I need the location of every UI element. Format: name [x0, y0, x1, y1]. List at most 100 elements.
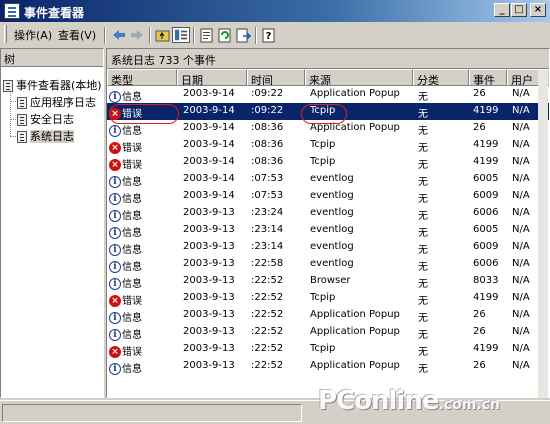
cell-category: 无 [418, 211, 428, 222]
cell-source: Tcpip [310, 139, 336, 150]
info-icon: i [109, 278, 121, 290]
cell-source: Application Popup [310, 88, 400, 99]
cell-time: :23:14 [251, 241, 284, 252]
cell-category: 无 [418, 143, 428, 154]
event-list-pane[interactable]: 系统日志 733 个事件 类型 日期 时间 来源 分类 事件 用户 i 信息 200… [106, 48, 550, 398]
cell-event: 6006 [473, 258, 499, 269]
cell-category: 无 [418, 177, 428, 188]
tree-item-system-log[interactable]: 系统日志 [17, 128, 74, 144]
show-hide-tree-icon[interactable] [172, 27, 190, 43]
cell-category: 无 [418, 262, 428, 273]
cell-time: :22:52 [251, 292, 284, 303]
cell-time: :08:36 [251, 122, 284, 133]
cell-date: 2003-9-14 [183, 139, 235, 150]
minimize-button[interactable]: _ [494, 3, 510, 17]
cell-category: 无 [418, 279, 428, 290]
annotation-circle-source [301, 104, 347, 124]
info-icon: i [109, 363, 121, 375]
cell-type: i 信息 [109, 173, 142, 188]
cell-type-label: 信息 [122, 211, 142, 222]
close-button[interactable]: × [530, 3, 546, 17]
cell-category: 无 [418, 194, 428, 205]
tree-pane[interactable]: 树 事件查看器(本地) 应用程序日志 安全日志 系统日志 [0, 48, 104, 398]
info-icon: i [109, 312, 121, 324]
column-header-date[interactable]: 日期 [177, 69, 247, 86]
table-row[interactable]: i 信息 2003-9-13:23:14 eventlog 无 6009 N/A [107, 239, 549, 256]
cell-source: Application Popup [310, 326, 400, 337]
table-row[interactable]: i 信息 2003-9-13:22:52 Application Popup 无 26 N/… [107, 358, 549, 375]
column-header-source[interactable]: 来源 [305, 69, 413, 86]
table-row[interactable]: i 信息 2003-9-13:22:52 Browser 无 8033 N/A [107, 273, 549, 290]
table-row[interactable]: × 错误 2003-9-13:22:52 Tcpip 无 4199 N/A [107, 290, 549, 307]
info-icon: i [109, 210, 121, 222]
tree-item-application-log[interactable]: 应用程序日志 [17, 94, 96, 110]
table-row[interactable]: i 信息 2003-9-13:22:52 Application Popup 无 26 N/… [107, 307, 549, 324]
vertical-scrollbar[interactable] [538, 70, 548, 398]
status-text [2, 404, 302, 422]
cell-date: 2003-9-14 [183, 122, 235, 133]
cell-user: N/A [512, 139, 530, 150]
refresh-icon[interactable] [216, 27, 234, 43]
table-row[interactable]: i 信息 2003-9-14:09:22 Application Popup 无 26 N/… [107, 86, 549, 103]
tree-root[interactable]: 事件查看器(本地) [3, 77, 102, 93]
table-row[interactable]: i 信息 2003-9-13:23:24 eventlog 无 6006 N/A [107, 205, 549, 222]
cell-date: 2003-9-14 [183, 173, 235, 184]
cell-date: 2003-9-13 [183, 292, 235, 303]
column-header-time[interactable]: 时间 [247, 69, 305, 86]
info-icon: i [109, 227, 121, 239]
cell-source: eventlog [310, 190, 354, 201]
cell-type: × 错误 [109, 156, 142, 171]
table-row[interactable]: i 信息 2003-9-13:22:52 Application Popup 无 26 N/… [107, 324, 549, 341]
table-row[interactable]: i 信息 2003-9-14:07:53 eventlog 无 6009 N/A [107, 188, 549, 205]
log-icon [17, 131, 27, 143]
column-header-category[interactable]: 分类 [413, 69, 469, 86]
export-list-icon[interactable] [234, 27, 252, 43]
cell-user: N/A [512, 105, 530, 116]
cell-event: 26 [473, 309, 486, 320]
cell-type: i 信息 [109, 190, 142, 205]
column-header-type[interactable]: 类型 [107, 69, 177, 86]
cell-type: i 信息 [109, 207, 142, 222]
cell-event: 4199 [473, 292, 499, 303]
cell-type-label: 信息 [122, 245, 142, 256]
cell-time: :08:36 [251, 139, 284, 150]
cell-event: 26 [473, 122, 486, 133]
column-headers: 类型 日期 时间 来源 分类 事件 用户 [107, 69, 549, 86]
properties-icon[interactable] [198, 27, 216, 43]
cell-type-label: 错误 [122, 296, 142, 307]
toolbar-separator [193, 27, 195, 44]
cell-source: Application Popup [310, 360, 400, 371]
info-icon: i [109, 244, 121, 256]
help-icon[interactable]: ? [260, 27, 278, 43]
watermark-logo: PConline.com.cn [318, 386, 500, 416]
cell-time: :22:52 [251, 309, 284, 320]
menu-action[interactable]: 操作(A) [14, 27, 52, 43]
cell-user: N/A [512, 241, 530, 252]
menu-view[interactable]: 查看(V) [58, 27, 96, 43]
cell-type-label: 信息 [122, 279, 142, 290]
cell-source: eventlog [310, 207, 354, 218]
cell-event: 4199 [473, 343, 499, 354]
cell-event: 8033 [473, 275, 499, 286]
table-row[interactable]: i 信息 2003-9-13:22:58 eventlog 无 6006 N/A [107, 256, 549, 273]
table-row[interactable]: × 错误 2003-9-13:22:52 Tcpip 无 4199 N/A [107, 341, 549, 358]
cell-type-label: 信息 [122, 126, 142, 137]
cell-event: 26 [473, 88, 486, 99]
cell-source: eventlog [310, 258, 354, 269]
forward-arrow-icon[interactable] [128, 27, 146, 43]
tree-item-security-log[interactable]: 安全日志 [17, 111, 74, 127]
table-row[interactable]: × 错误 2003-9-14:08:36 Tcpip 无 4199 N/A [107, 154, 549, 171]
table-row[interactable]: × 错误 2003-9-14:08:36 Tcpip 无 4199 N/A [107, 137, 549, 154]
column-header-event[interactable]: 事件 [469, 69, 507, 86]
title-bar[interactable]: 事件查看器 _ □ × [0, 0, 550, 22]
back-arrow-icon[interactable] [110, 27, 128, 43]
info-icon: i [109, 261, 121, 273]
maximize-button[interactable]: □ [511, 3, 527, 17]
cell-type-label: 信息 [122, 313, 142, 324]
cell-user: N/A [512, 156, 530, 167]
up-folder-icon[interactable] [154, 27, 172, 43]
cell-time: :22:58 [251, 258, 284, 269]
error-icon: × [109, 346, 121, 358]
table-row[interactable]: i 信息 2003-9-14:07:53 eventlog 无 6005 N/A [107, 171, 549, 188]
table-row[interactable]: i 信息 2003-9-13:23:14 eventlog 无 6005 N/A [107, 222, 549, 239]
